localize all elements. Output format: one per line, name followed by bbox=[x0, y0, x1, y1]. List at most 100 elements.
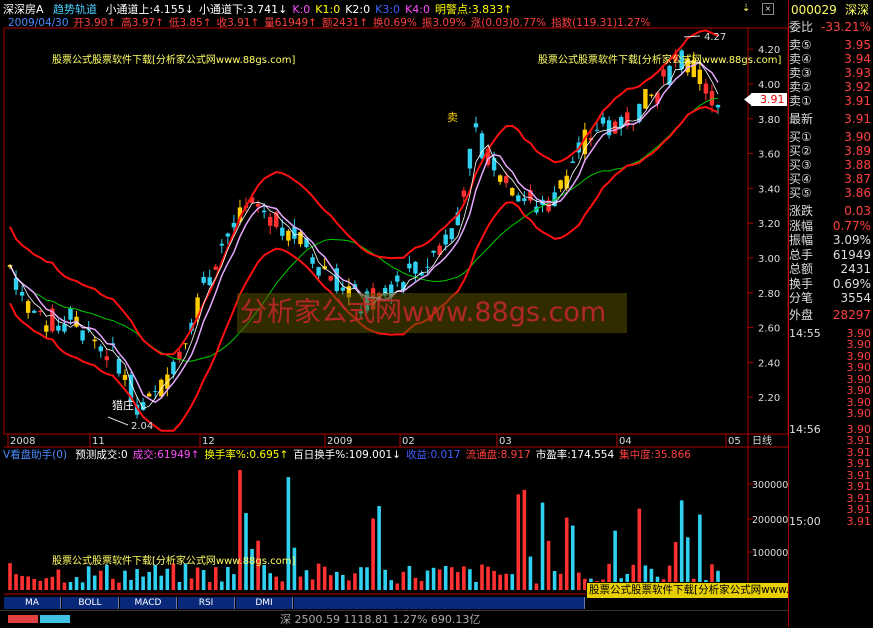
volume-value-2: 换手率%:0.695↑ bbox=[204, 449, 289, 461]
volume-bar bbox=[262, 565, 266, 590]
date-axis-label: 2008 bbox=[10, 436, 35, 447]
latest-price-value: 3.91 bbox=[844, 112, 871, 126]
high-pointer bbox=[683, 35, 701, 38]
price-axis-label: 3.40 bbox=[758, 184, 780, 195]
price-axis-label: 3.20 bbox=[758, 219, 780, 230]
price-panel-frame bbox=[3, 27, 789, 435]
quote-item-1: 开3.90↑ bbox=[73, 17, 117, 29]
stat-1-label: 涨幅 bbox=[789, 218, 814, 233]
quote-item-6: 额2431↑ bbox=[321, 17, 369, 29]
low-pointer bbox=[107, 416, 129, 426]
tab-rsi[interactable]: RSI bbox=[178, 597, 235, 609]
tab-boll[interactable]: BOLL bbox=[62, 597, 119, 609]
pin-icon[interactable]: ⇣ bbox=[742, 4, 752, 14]
volume-bar bbox=[353, 573, 357, 590]
market-name: 深深 bbox=[845, 3, 870, 17]
candle-body bbox=[594, 129, 600, 131]
volume-bar bbox=[492, 570, 496, 590]
volume-panel-title: V看盘助手(0) bbox=[3, 449, 68, 461]
volume-bar bbox=[522, 489, 527, 590]
buy-1-label: 买① bbox=[789, 130, 812, 144]
volume-value-5: 流通盘:8.917 bbox=[465, 449, 531, 461]
candle-body bbox=[201, 276, 206, 283]
volume-bar bbox=[147, 571, 151, 590]
stat-5-label: 换手 bbox=[789, 276, 814, 291]
waipan-value: 28297 bbox=[832, 307, 871, 322]
candle-body bbox=[570, 161, 575, 163]
price-axis-label: 3.60 bbox=[758, 150, 780, 161]
price-axis-label: 4.00 bbox=[758, 80, 780, 91]
tick-time: 14:55 bbox=[789, 326, 821, 340]
candle-body bbox=[92, 339, 97, 342]
quote-item-8: 振3.09% bbox=[421, 17, 466, 29]
sell-5-label: 卖⑤ bbox=[789, 38, 812, 52]
volume-bar bbox=[44, 578, 49, 590]
stat-4-label: 总额 bbox=[789, 262, 814, 276]
volume-bar bbox=[443, 566, 448, 590]
quote-item-10: 指数(119.31)1.27% bbox=[551, 17, 651, 29]
volume-axis-label: 200000 bbox=[752, 515, 788, 526]
candle-body bbox=[171, 361, 176, 375]
volume-bar bbox=[56, 569, 61, 590]
tab-macd[interactable]: MACD bbox=[120, 597, 177, 609]
candle-body bbox=[207, 277, 212, 286]
watermark-top-left: 股票公式股票软件下载[分析家公式网www.88gs.com] bbox=[52, 55, 296, 66]
close-icon[interactable]: × bbox=[762, 3, 774, 15]
candle-body bbox=[510, 188, 515, 196]
status-bar: 深 2500.59 1118.81 1.27% 690.13亿 bbox=[0, 610, 790, 628]
volume-bar bbox=[219, 581, 224, 590]
candle-body bbox=[80, 330, 85, 341]
tab-bar-filler bbox=[294, 597, 585, 609]
chart-header: 深深房A 趋势轨道 小通道上:4.155↓ 小通道下:3.741↓ K:0 K1:0 K… bbox=[3, 3, 512, 16]
candle-body bbox=[316, 267, 321, 276]
candle-body bbox=[709, 91, 715, 106]
volume-axis-label: 100000 bbox=[752, 548, 788, 559]
buy-2-label: 买② bbox=[789, 144, 812, 158]
volume-bar bbox=[213, 567, 218, 590]
low-marker: 猎庄 bbox=[112, 398, 134, 412]
volume-bar bbox=[8, 563, 12, 590]
quote-item-5: 量61949↑ bbox=[264, 17, 317, 29]
candle-body bbox=[473, 123, 479, 128]
sell-1-value: 3.91 bbox=[844, 94, 871, 108]
tick-time: 15:00 bbox=[789, 514, 821, 528]
volume-bar bbox=[540, 502, 545, 590]
volume-bar bbox=[117, 582, 121, 590]
candle-body bbox=[425, 266, 430, 268]
volume-value-4: 收益:0.017 bbox=[405, 449, 461, 461]
candle-body bbox=[274, 212, 279, 227]
volume-bar bbox=[546, 540, 551, 590]
status-indicator-blue bbox=[40, 615, 70, 623]
tick-price: 3.91 bbox=[846, 514, 872, 528]
quote-item-9: 涨(0.03)0.77% bbox=[470, 17, 547, 29]
weibi-label: 委比 bbox=[789, 20, 814, 34]
candle-body bbox=[255, 203, 261, 207]
volume-bar bbox=[86, 566, 91, 590]
watermark-center: 分析家公式网www.88gs.com bbox=[240, 297, 607, 328]
volume-bar bbox=[310, 579, 315, 590]
volume-bar bbox=[62, 582, 67, 590]
stat-3-label: 总手 bbox=[789, 247, 814, 262]
volume-bar bbox=[328, 575, 333, 590]
tab-dmi[interactable]: DMI bbox=[236, 597, 293, 609]
volume-bar bbox=[111, 578, 115, 590]
volume-bar bbox=[425, 570, 430, 590]
candle-body bbox=[213, 266, 218, 270]
volume-bar bbox=[570, 525, 575, 590]
candle-body bbox=[431, 250, 436, 253]
volume-bar bbox=[105, 564, 109, 590]
quote-item-0: 2009/04/30 bbox=[8, 17, 69, 29]
tab-ma[interactable]: MA bbox=[4, 597, 61, 609]
volume-bar bbox=[304, 570, 309, 590]
indicator-param-6: K4:0 bbox=[405, 3, 430, 16]
volume-bar bbox=[407, 565, 412, 590]
weibi-value: -33.21% bbox=[821, 20, 872, 34]
volume-panel-values: 预测成交:0 成交:61949↑ 换手率%:0.695↑ 百日换手%:109.001↓… bbox=[70, 449, 691, 461]
volume-bar bbox=[564, 517, 569, 590]
date-axis-label: 04 bbox=[619, 436, 632, 447]
candle-body bbox=[395, 275, 400, 282]
volume-bar bbox=[159, 575, 164, 590]
candle-body bbox=[116, 358, 122, 374]
volume-bar bbox=[341, 574, 345, 590]
candle-body bbox=[62, 324, 67, 332]
